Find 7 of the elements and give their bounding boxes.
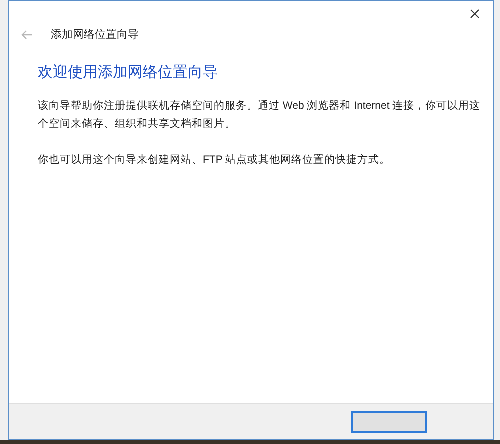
description-text: 该向导帮助你注册提供联机存储空间的服务。通过 Web 浏览器和 Internet 连接，你可以用这个空间来储存、组织和共享文档和图片。 (38, 98, 482, 132)
next-button[interactable] (351, 410, 427, 432)
window-title: 添加网络位置向导 (51, 28, 139, 43)
back-arrow-icon (21, 30, 33, 40)
wizard-heading: 欢迎使用添加网络位置向导 (38, 63, 219, 83)
description-text: 你也可以用这个向导来创建网站、FTP 站点或其他网络位置的快捷方式。 (38, 152, 392, 168)
close-icon (470, 9, 480, 19)
